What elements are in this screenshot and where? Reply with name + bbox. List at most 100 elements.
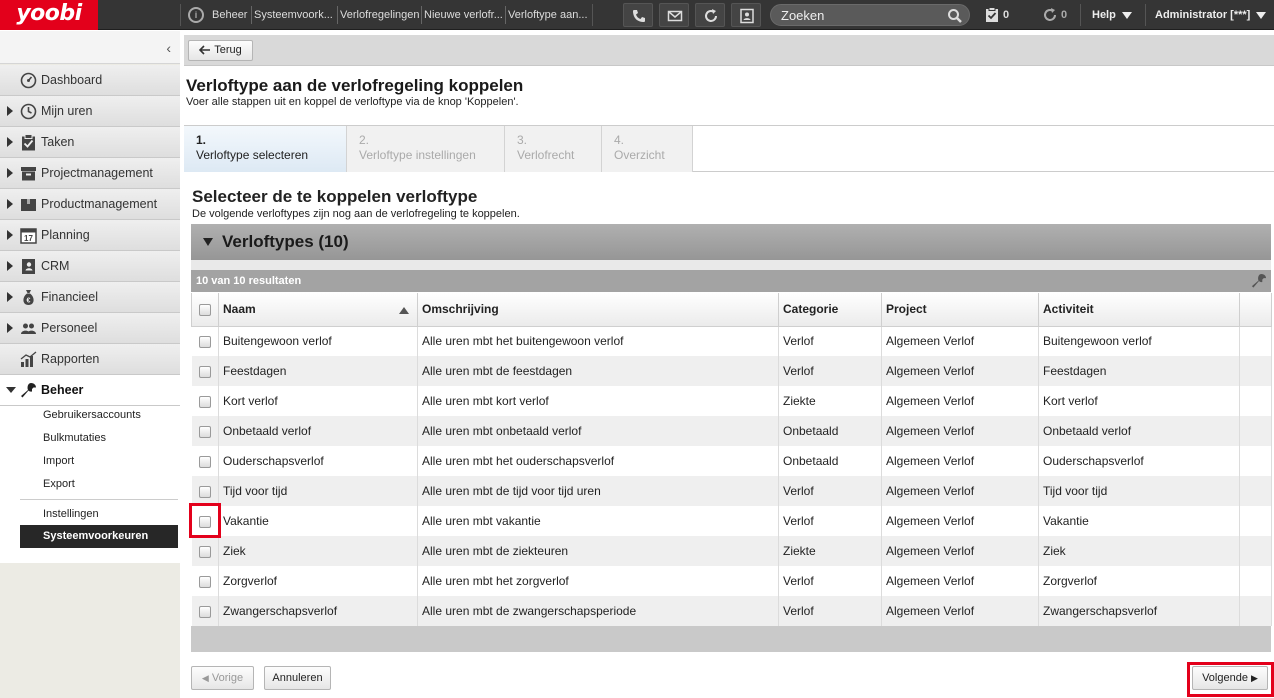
step-number: 1. bbox=[196, 133, 207, 147]
sidebar-item-rapporten[interactable]: Rapporten bbox=[0, 344, 180, 375]
sidebar-item-dashboard[interactable]: Dashboard bbox=[0, 65, 180, 96]
mail-button[interactable] bbox=[659, 3, 689, 27]
cell-activiteit: Zorgverlof bbox=[1038, 566, 1240, 596]
sidebar-item-mijn-uren[interactable]: Mijn uren bbox=[0, 96, 180, 127]
page-subtitle: Voer alle stappen uit en koppel de verlo… bbox=[186, 96, 519, 108]
row-checkbox[interactable] bbox=[198, 545, 211, 558]
back-button[interactable]: Terug bbox=[188, 40, 253, 61]
submenu-item-import[interactable]: Import bbox=[43, 455, 74, 467]
previous-button[interactable]: ◀ Vorige bbox=[191, 666, 254, 690]
step-1[interactable]: 1. Verloftype selecteren bbox=[184, 126, 347, 172]
submenu-divider bbox=[20, 499, 178, 500]
sync-icon[interactable] bbox=[1042, 7, 1058, 23]
help-menu[interactable]: Help bbox=[1092, 0, 1132, 30]
submenu-item-gebruikersaccounts[interactable]: Gebruikersaccounts bbox=[43, 409, 141, 421]
breadcrumb-divider bbox=[251, 6, 252, 24]
cell-categorie: Verlof bbox=[778, 326, 882, 356]
table-row[interactable]: Zorgverlof Alle uren mbt het zorgverlof … bbox=[191, 566, 1272, 596]
contact-button[interactable] bbox=[731, 3, 761, 27]
breadcrumb-item[interactable]: Verlofregelingen bbox=[340, 0, 420, 30]
column-label: Naam bbox=[223, 302, 256, 317]
next-label: Volgende bbox=[1202, 672, 1248, 684]
submenu-item-bulkmutaties[interactable]: Bulkmutaties bbox=[43, 432, 106, 444]
step-label: Overzicht bbox=[614, 148, 665, 162]
panel-header[interactable]: Verloftypes (10) bbox=[191, 224, 1271, 260]
cell-categorie: Verlof bbox=[778, 566, 882, 596]
wrench-settings-icon[interactable] bbox=[1251, 273, 1267, 289]
search-box[interactable] bbox=[770, 4, 970, 26]
step-2[interactable]: 2. Verloftype instellingen bbox=[347, 126, 505, 172]
table-row[interactable]: Onbetaald verlof Alle uren mbt onbetaald… bbox=[191, 416, 1272, 446]
phone-button[interactable] bbox=[623, 3, 653, 27]
sidebar-item-financieel[interactable]: € Financieel bbox=[0, 282, 180, 313]
row-checkbox-vakantie[interactable] bbox=[198, 515, 211, 528]
submenu-item-export[interactable]: Export bbox=[43, 478, 75, 490]
table-row[interactable]: Tijd voor tijd Alle uren mbt de tijd voo… bbox=[191, 476, 1272, 506]
row-checkbox[interactable] bbox=[198, 365, 211, 378]
cell-extra bbox=[1239, 326, 1272, 356]
yoobi-logo[interactable]: yoobi bbox=[0, 0, 98, 30]
sidebar: ‹ Dashboard Mijn uren Taken Projectmanag… bbox=[0, 31, 180, 698]
table-row[interactable]: Kort verlof Alle uren mbt kort verlof Zi… bbox=[191, 386, 1272, 416]
sidebar-item-planning[interactable]: 17 Planning bbox=[0, 220, 180, 251]
step-3[interactable]: 3. Verlofrecht bbox=[505, 126, 602, 172]
cell-omschrijving: Alle uren mbt vakantie bbox=[417, 506, 779, 536]
row-checkbox[interactable] bbox=[198, 425, 211, 438]
row-checkbox[interactable] bbox=[198, 336, 211, 349]
table-row[interactable]: Ouderschapsverlof Alle uren mbt het oude… bbox=[191, 446, 1272, 476]
sidebar-item-beheer[interactable]: Beheer bbox=[0, 375, 180, 406]
table-row[interactable]: Buitengewoon verlof Alle uren mbt het bu… bbox=[191, 326, 1272, 356]
people-icon bbox=[21, 323, 36, 334]
breadcrumb-item[interactable]: Beheer bbox=[212, 0, 250, 30]
table-row[interactable]: Feestdagen Alle uren mbt de feestdagen V… bbox=[191, 356, 1272, 386]
panel-spacer bbox=[191, 260, 1271, 270]
table-row[interactable]: Ziek Alle uren mbt de ziekteuren Ziekte … bbox=[191, 536, 1272, 566]
next-button[interactable]: Volgende ▶ bbox=[1192, 666, 1268, 690]
search-input[interactable] bbox=[781, 7, 941, 23]
submenu-item-systeemvoorkeuren[interactable]: Systeemvoorkeuren bbox=[20, 525, 178, 548]
sidebar-item-productmanagement[interactable]: Productmanagement bbox=[0, 189, 180, 220]
refresh-button[interactable] bbox=[695, 3, 725, 27]
sidebar-item-taken[interactable]: Taken bbox=[0, 127, 180, 158]
cell-project: Algemeen Verlof bbox=[881, 566, 1039, 596]
breadcrumb-item[interactable]: Verloftype aan... bbox=[508, 0, 590, 30]
row-checkbox[interactable] bbox=[198, 485, 211, 498]
table-row[interactable]: Vakantie Alle uren mbt vakantie Verlof A… bbox=[191, 506, 1272, 536]
row-checkbox[interactable] bbox=[198, 605, 211, 618]
cancel-button[interactable]: Annuleren bbox=[264, 666, 331, 690]
column-header-omschrijving[interactable]: Omschrijving bbox=[417, 293, 779, 327]
task-clipboard-icon[interactable] bbox=[985, 7, 999, 23]
sidebar-item-crm[interactable]: CRM bbox=[0, 251, 180, 282]
clipboard-check-icon bbox=[22, 134, 35, 151]
user-menu[interactable]: Administrator [***] bbox=[1155, 0, 1267, 30]
column-header-naam[interactable]: Naam bbox=[218, 293, 418, 327]
sidebar-item-label: Productmanagement bbox=[41, 197, 158, 211]
search-icon[interactable] bbox=[947, 8, 963, 24]
expand-arrow-icon bbox=[7, 292, 13, 302]
column-header-activiteit[interactable]: Activiteit bbox=[1038, 293, 1240, 327]
cell-activiteit: Ziek bbox=[1038, 536, 1240, 566]
breadcrumb-item[interactable]: Nieuwe verlofr... bbox=[424, 0, 504, 30]
cell-activiteit: Vakantie bbox=[1038, 506, 1240, 536]
cell-categorie: Verlof bbox=[778, 476, 882, 506]
row-checkbox[interactable] bbox=[198, 575, 211, 588]
breadcrumb-item[interactable]: Systeemvoork... bbox=[254, 0, 336, 30]
column-header-categorie[interactable]: Categorie bbox=[778, 293, 882, 327]
row-checkbox[interactable] bbox=[198, 455, 211, 468]
sidebar-item-projectmanagement[interactable]: Projectmanagement bbox=[0, 158, 180, 189]
cell-naam: Zwangerschapsverlof bbox=[218, 596, 418, 626]
collapse-sidebar-icon[interactable]: ‹ bbox=[166, 40, 171, 56]
svg-text:€: € bbox=[27, 298, 31, 305]
help-label: Help bbox=[1092, 9, 1116, 21]
column-header-project[interactable]: Project bbox=[881, 293, 1039, 327]
row-checkbox[interactable] bbox=[198, 395, 211, 408]
sidebar-item-personeel[interactable]: Personeel bbox=[0, 313, 180, 344]
divider bbox=[1080, 4, 1081, 26]
table-row[interactable]: Zwangerschapsverlof Alle uren mbt de zwa… bbox=[191, 596, 1272, 626]
breadcrumb-home-icon[interactable]: i bbox=[188, 7, 204, 23]
step-4[interactable]: 4. Overzicht bbox=[602, 126, 693, 172]
select-all-checkbox[interactable] bbox=[199, 304, 211, 317]
sidebar-item-label: Financieel bbox=[41, 290, 98, 304]
cell-naam: Kort verlof bbox=[218, 386, 418, 416]
submenu-item-instellingen[interactable]: Instellingen bbox=[43, 508, 99, 520]
